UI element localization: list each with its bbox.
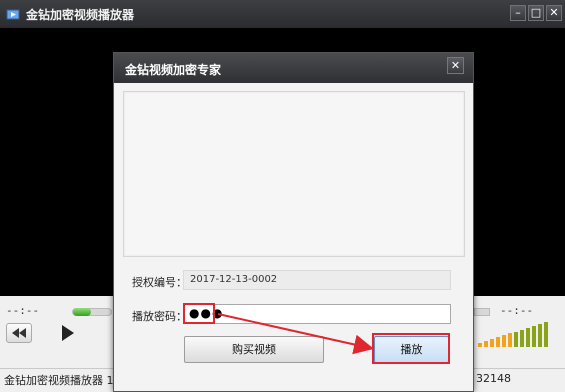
minimize-button[interactable]: –: [510, 5, 526, 21]
maximize-button[interactable]: □: [528, 5, 544, 21]
volume-bar: [544, 322, 548, 347]
volume-bar: [532, 326, 536, 347]
volume-bar: [496, 337, 500, 347]
rewind-icon: [12, 328, 26, 338]
volume-bar: [502, 335, 506, 347]
rewind-button[interactable]: [6, 323, 32, 343]
volume-bar: [526, 328, 530, 347]
dialog-title-bar: 金钻视频加密专家 ✕: [114, 53, 473, 83]
elapsed-time: --:--: [6, 304, 40, 317]
status-counter: 32148: [476, 372, 511, 385]
password-dialog: 金钻视频加密专家 ✕ 授权编号： 2017-12-13-0002 播放密码： ●…: [113, 52, 474, 392]
close-button[interactable]: ✕: [546, 5, 562, 21]
volume-bar: [478, 343, 482, 347]
window-title: 金钻加密视频播放器: [26, 8, 135, 22]
total-time: --:--: [500, 304, 534, 317]
play-highlight-box: [372, 333, 450, 364]
auth-number-field: 2017-12-13-0002: [183, 270, 451, 290]
volume-bar: [538, 324, 542, 347]
volume-bar: [508, 333, 512, 347]
seek-bar[interactable]: [72, 308, 112, 316]
seek-knob[interactable]: [73, 308, 91, 316]
dialog-info-panel: [123, 91, 465, 257]
volume-bar: [484, 341, 488, 347]
password-highlight-box: [183, 303, 215, 324]
buy-video-button[interactable]: 购买视频: [184, 336, 324, 363]
seek-bar-end[interactable]: [474, 308, 490, 316]
password-input[interactable]: ●●●: [183, 304, 451, 324]
dialog-title: 金钻视频加密专家: [125, 63, 222, 77]
volume-bar: [490, 339, 494, 347]
app-icon: [6, 9, 20, 20]
volume-bar: [520, 330, 524, 347]
play-button[interactable]: [56, 323, 82, 343]
main-title-bar: 金钻加密视频播放器 – □ ✕: [0, 0, 565, 28]
password-label: 播放密码：: [132, 310, 187, 323]
dialog-close-button[interactable]: ✕: [447, 57, 464, 74]
play-icon: [62, 325, 74, 341]
volume-bar: [514, 332, 518, 347]
auth-number-label: 授权编号：: [132, 276, 187, 289]
volume-meter[interactable]: [478, 321, 554, 347]
